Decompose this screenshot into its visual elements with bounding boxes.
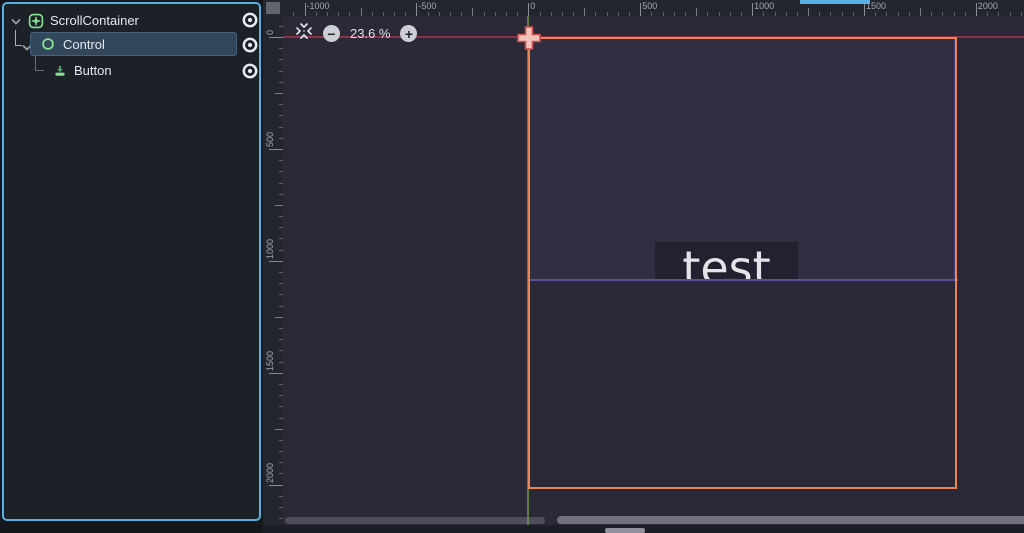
ruler-label: 500 — [265, 132, 275, 147]
godot-editor: ScrollContainer Control — [0, 0, 1024, 533]
ruler-tick — [416, 3, 417, 16]
ruler-label: 2000 — [265, 463, 275, 483]
ruler-label: -500 — [418, 1, 436, 11]
visibility-eye-button[interactable] — [241, 11, 259, 29]
top-blue-indicator — [800, 0, 870, 4]
ruler-tick — [584, 8, 585, 16]
control-icon — [40, 36, 56, 52]
ruler-tick — [864, 3, 865, 16]
horizontal-scrollbar-grabber[interactable] — [557, 516, 1024, 524]
tree-indent-guide — [35, 55, 44, 71]
horizontal-ruler: -1000-5000500100015002000 — [283, 0, 1024, 16]
visibility-eye-button[interactable] — [241, 36, 259, 54]
scene-tree-panel: ScrollContainer Control — [2, 2, 261, 521]
bottom-strip — [263, 525, 1024, 533]
ruler-label: 0 — [265, 30, 275, 35]
collapse-chevron-icon[interactable] — [10, 15, 22, 27]
ruler-tick — [640, 3, 641, 16]
scroll-container-icon — [28, 13, 44, 29]
zoom-level-button[interactable]: 23.6 % — [350, 26, 390, 41]
zoom-in-button[interactable]: + — [400, 25, 417, 42]
tree-row-scrollcontainer[interactable]: ScrollContainer — [4, 9, 259, 33]
ruler-tick — [976, 3, 977, 16]
ruler-label: 1000 — [754, 1, 774, 11]
vertical-ruler: 0 500 1000 1500 2000 — [263, 16, 283, 533]
selected-row-highlight[interactable]: Control — [30, 32, 237, 56]
ruler-tick — [528, 3, 529, 16]
viewport-2d: -1000 -500 0 500 1000 1500 2000 0 500 1000 1500 20… — [263, 0, 1024, 533]
ruler-tick — [275, 317, 283, 318]
ruler-tick — [305, 3, 306, 16]
ruler-tick — [752, 3, 753, 16]
ruler-tick — [269, 149, 283, 150]
ruler-tick — [361, 8, 362, 16]
ruler-tick — [269, 37, 283, 38]
node-label: Button — [74, 63, 112, 78]
ruler-tick — [696, 8, 697, 16]
center-view-icon[interactable] — [295, 22, 313, 45]
button-node-icon — [52, 63, 68, 79]
ruler-label: 500 — [642, 1, 657, 11]
ruler-label: 0 — [530, 1, 535, 11]
ruler-tick — [269, 485, 283, 486]
tree-row-button[interactable]: Button — [4, 59, 259, 83]
canvas-2d[interactable]: test − 23.6 % + — [283, 16, 1024, 533]
origin-crosshair-icon — [516, 25, 542, 56]
ruler-label: 2000 — [978, 1, 998, 11]
ruler-label: 1000 — [265, 239, 275, 259]
ruler-tick — [269, 373, 283, 374]
ruler-tick — [275, 429, 283, 430]
horizontal-scrollbar-track[interactable] — [285, 517, 545, 524]
visibility-eye-button[interactable] — [241, 62, 259, 80]
ruler-tick — [269, 261, 283, 262]
node-label: Control — [63, 37, 105, 52]
ruler-tick — [472, 8, 473, 16]
ruler-corner — [263, 0, 283, 16]
selection-rect[interactable] — [528, 37, 957, 489]
ruler-tick — [920, 8, 921, 16]
ruler-tick — [275, 205, 283, 206]
ruler-tick — [275, 93, 283, 94]
zoom-widget: − 23.6 % + — [295, 22, 417, 45]
ruler-label: 1500 — [265, 351, 275, 371]
bottom-scrollbar-grabber[interactable] — [605, 528, 645, 533]
ruler-label: -1000 — [307, 1, 330, 11]
zoom-out-button[interactable]: − — [323, 25, 340, 42]
node-label: ScrollContainer — [50, 13, 139, 28]
ruler-tick — [808, 8, 809, 16]
